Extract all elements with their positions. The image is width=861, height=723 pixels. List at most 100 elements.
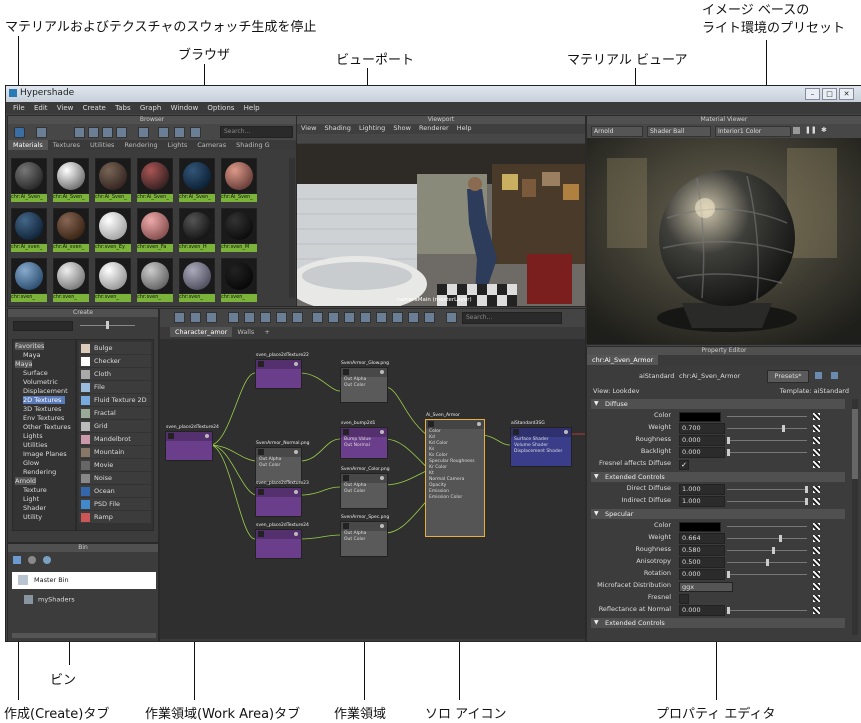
export-bin-icon[interactable]	[43, 556, 51, 564]
color-swatch[interactable]	[679, 522, 721, 532]
filter-icon[interactable]	[138, 127, 149, 138]
connected-mode-icon[interactable]	[328, 312, 339, 323]
property-section-header[interactable]: Extended Controls ▼	[591, 618, 845, 628]
snap-icon[interactable]	[424, 312, 435, 323]
create-item[interactable]: File	[79, 381, 151, 393]
tab-add[interactable]: +	[259, 327, 274, 337]
map-button-icon[interactable]	[813, 571, 820, 578]
stop-swatch-icon[interactable]	[14, 127, 25, 138]
material-preview[interactable]	[587, 138, 861, 344]
value-field[interactable]: 0.580	[679, 545, 725, 556]
create-category[interactable]: 2D Textures	[23, 396, 66, 404]
create-category[interactable]: Surface	[23, 369, 48, 377]
material-swatch[interactable]	[179, 208, 215, 244]
create-category[interactable]: Image Planes	[23, 450, 67, 458]
frame-all-icon[interactable]	[392, 312, 403, 323]
copy-tab-icon[interactable]	[815, 372, 822, 379]
shader-node[interactable]: Ai_Sven_Armor Color Kd Kd Color Ks Ks Color Sp…	[425, 413, 485, 537]
minimize-button[interactable]: –	[805, 88, 820, 100]
slider-knob[interactable]	[727, 607, 730, 614]
output-connections-icon[interactable]	[206, 312, 217, 323]
pause-icon[interactable]: ❚❚	[805, 126, 817, 134]
settings-icon[interactable]	[190, 127, 201, 138]
clear-graph-icon[interactable]	[228, 312, 239, 323]
node-port[interactable]: Displacement Shader	[511, 449, 571, 455]
create-item[interactable]: Checker	[79, 355, 151, 367]
create-category[interactable]: Light	[23, 495, 39, 503]
create-category[interactable]: 3D Textures	[23, 405, 61, 413]
maximize-button[interactable]: □	[822, 88, 837, 100]
input-connections-icon[interactable]	[174, 312, 185, 323]
graph-icon[interactable]	[174, 127, 185, 138]
work-area-search-input[interactable]: Search...	[462, 312, 562, 324]
map-button-icon[interactable]	[813, 413, 820, 420]
simple-mode-icon[interactable]	[312, 312, 323, 323]
node-graph[interactable]: sven_place2dTexture24 sven_place2dTexture…	[160, 339, 585, 639]
tab-materials[interactable]: Materials	[8, 140, 48, 150]
material-swatch[interactable]	[11, 158, 47, 194]
create-category[interactable]: Displacement	[23, 387, 68, 395]
material-swatch[interactable]	[11, 258, 47, 294]
shader-node[interactable]: sven_place2dTexture23	[255, 481, 309, 517]
property-section-header[interactable]: Extended Controls ▼	[591, 472, 845, 482]
slider-knob[interactable]	[805, 486, 808, 493]
slider-knob[interactable]	[779, 535, 782, 542]
create-item[interactable]: Fluid Texture 2D	[79, 394, 151, 406]
my-shaders-item[interactable]: myShaders	[24, 595, 75, 604]
checkbox[interactable]	[679, 594, 689, 604]
material-swatch[interactable]	[95, 158, 131, 194]
material-swatch[interactable]	[95, 258, 131, 294]
renderer-select[interactable]: Arnold	[591, 126, 643, 137]
create-category[interactable]: Glow	[23, 459, 39, 467]
value-field[interactable]: 0.000	[679, 447, 725, 458]
vp-menu-lighting[interactable]: Lighting	[359, 124, 385, 132]
node-port[interactable]: Emission Color	[426, 495, 484, 501]
bookmark-icon[interactable]	[446, 312, 457, 323]
float-icon[interactable]	[831, 372, 838, 379]
tab-cameras[interactable]: Cameras	[192, 140, 231, 150]
create-category[interactable]: Favorites	[15, 342, 45, 350]
slider-knob[interactable]	[782, 425, 785, 432]
master-bin-item[interactable]: Master Bin	[12, 572, 156, 589]
map-button-icon[interactable]	[813, 461, 820, 468]
create-item[interactable]: Grid	[79, 420, 151, 432]
value-slider[interactable]	[727, 574, 807, 575]
material-swatch[interactable]	[221, 208, 257, 244]
create-item[interactable]: Ocean	[79, 485, 151, 497]
slider-knob[interactable]	[805, 498, 808, 505]
map-button-icon[interactable]	[813, 535, 820, 542]
map-button-icon[interactable]	[813, 498, 820, 505]
shader-node[interactable]: SvenArmor_Spec.png Out Alpha Out Color	[340, 515, 389, 557]
material-swatch[interactable]	[221, 158, 257, 194]
checkbox[interactable]: ✓	[679, 460, 689, 470]
shader-node[interactable]: aiStandard3SG Surface Shader Volume Shader…	[510, 421, 572, 467]
create-item[interactable]: Fractal	[79, 407, 151, 419]
shader-node[interactable]: SvenArmor_Normal.png Out Alpha Out Color	[255, 441, 310, 483]
tab-shading-groups[interactable]: Shading G	[231, 140, 275, 150]
menu-window[interactable]: Window	[171, 104, 199, 112]
menu-help[interactable]: Help	[244, 104, 260, 112]
material-swatch[interactable]	[179, 158, 215, 194]
material-swatch[interactable]	[137, 208, 173, 244]
create-category[interactable]: Shader	[23, 504, 46, 512]
value-slider[interactable]	[727, 440, 807, 441]
shader-node[interactable]: SvenArmor_Color.png Out Alpha Out Color	[340, 467, 390, 509]
create-item[interactable]: Cloth	[79, 368, 151, 380]
map-button-icon[interactable]	[813, 607, 820, 614]
new-bin-icon[interactable]	[13, 556, 21, 564]
grid-toggle-icon[interactable]	[408, 312, 419, 323]
view-icon[interactable]	[36, 127, 47, 138]
shader-node[interactable]: sven_place2dTexture24	[255, 523, 309, 559]
list-icon[interactable]	[74, 127, 85, 138]
node-port[interactable]: Out Normal	[341, 443, 387, 449]
create-item[interactable]: Mountain	[79, 446, 151, 458]
presets-button[interactable]: Presets*	[767, 370, 809, 383]
create-item[interactable]: Bulge	[79, 342, 151, 354]
property-section-header[interactable]: Diffuse ▼	[591, 399, 845, 409]
node-port[interactable]: Out Color	[341, 489, 387, 495]
shader-node[interactable]: SvenArmor_Glow.png Out Alpha Out Color	[340, 361, 389, 403]
value-slider[interactable]	[727, 538, 807, 539]
node-port[interactable]: Out Color	[256, 463, 301, 469]
map-button-icon[interactable]	[813, 486, 820, 493]
create-category[interactable]: Texture	[23, 486, 47, 494]
